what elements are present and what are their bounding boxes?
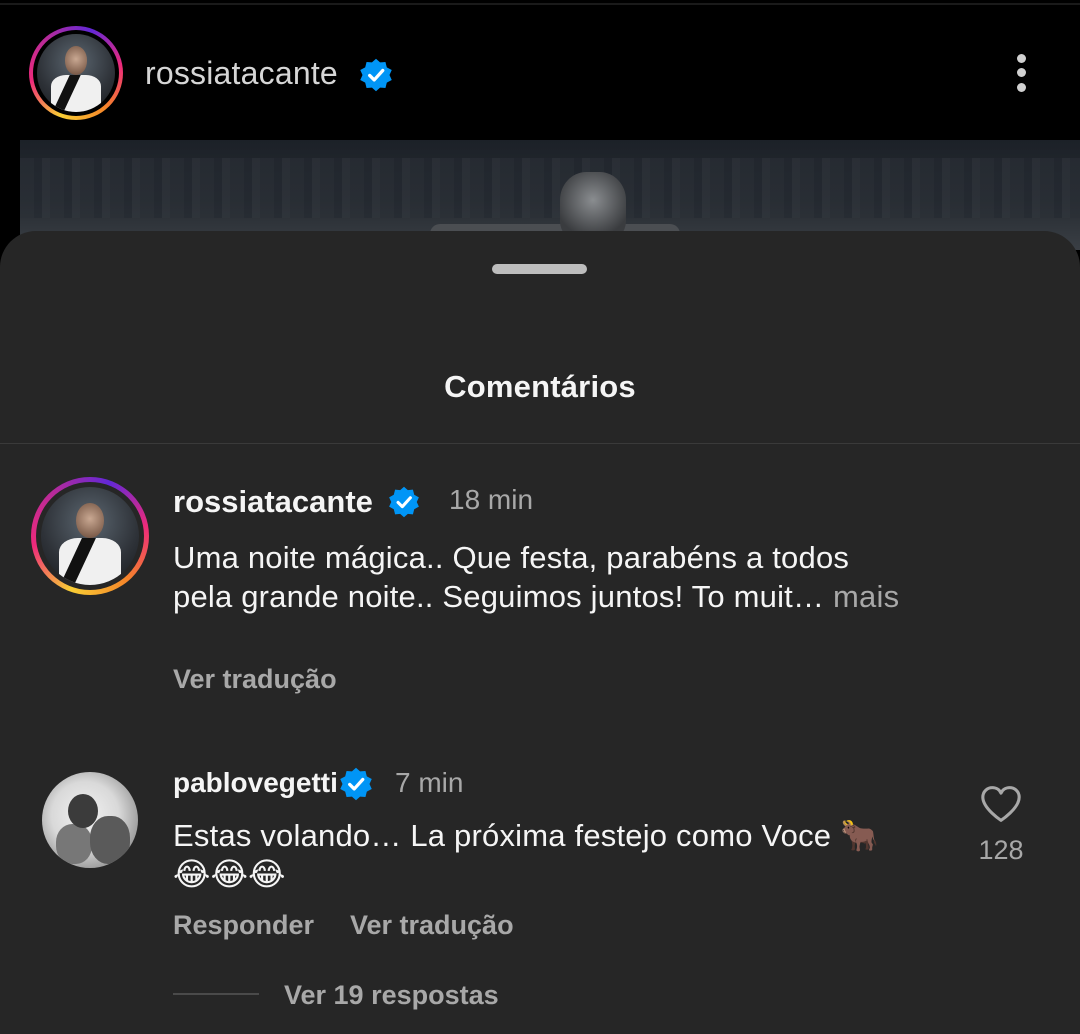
post-avatar-image [37,34,115,112]
comment-avatar[interactable] [42,772,138,868]
more-vertical-icon[interactable] [1010,52,1034,94]
replies-divider [173,993,259,995]
sheet-title: Comentários [444,369,636,404]
more-link[interactable]: mais [824,579,899,614]
like-count: 128 [978,835,1024,865]
comment-username[interactable]: rossiatacante [173,484,373,520]
post-avatar[interactable] [29,26,123,120]
see-translation-link[interactable]: Ver tradução [350,910,514,941]
comment-emoji-line: 😂😂😂 [173,856,286,892]
comment-username[interactable]: pablovegetti [173,767,338,799]
comment-timestamp: 7 min [395,767,464,798]
comments-sheet: Comentários rossiatacante 18 min Uma noi… [0,231,1080,1034]
see-translation-link[interactable]: Ver tradução [173,664,337,695]
verified-badge-icon [360,58,392,92]
view-replies-button[interactable]: Ver 19 respostas [284,980,499,1011]
heart-icon[interactable] [979,784,1023,824]
sheet-drag-handle[interactable] [492,264,587,274]
comment-text-truncated: pela grande noite.. Seguimos juntos! To … [173,579,825,614]
comment-text-line: Uma noite mágica.. Que festa, parabéns a… [173,540,850,575]
comment-text-line: Estas volando… La próxima festejo como V… [173,818,879,853]
post-username[interactable]: rossiatacante [145,55,338,92]
verified-badge-icon [389,486,419,518]
title-divider [0,443,1080,444]
reply-button[interactable]: Responder [173,910,314,941]
post-header: rossiatacante [0,0,1080,140]
app-screen: rossiatacante Comentários rossiatacante [0,0,1080,1034]
comment-text-line: pela grande noite.. Seguimos juntos! To … [173,577,899,616]
verified-badge-icon [340,767,372,801]
comment-avatar-image [41,487,139,585]
comment-timestamp: 18 min [449,484,534,515]
comment-avatar[interactable] [31,477,149,595]
status-divider [0,3,1080,5]
